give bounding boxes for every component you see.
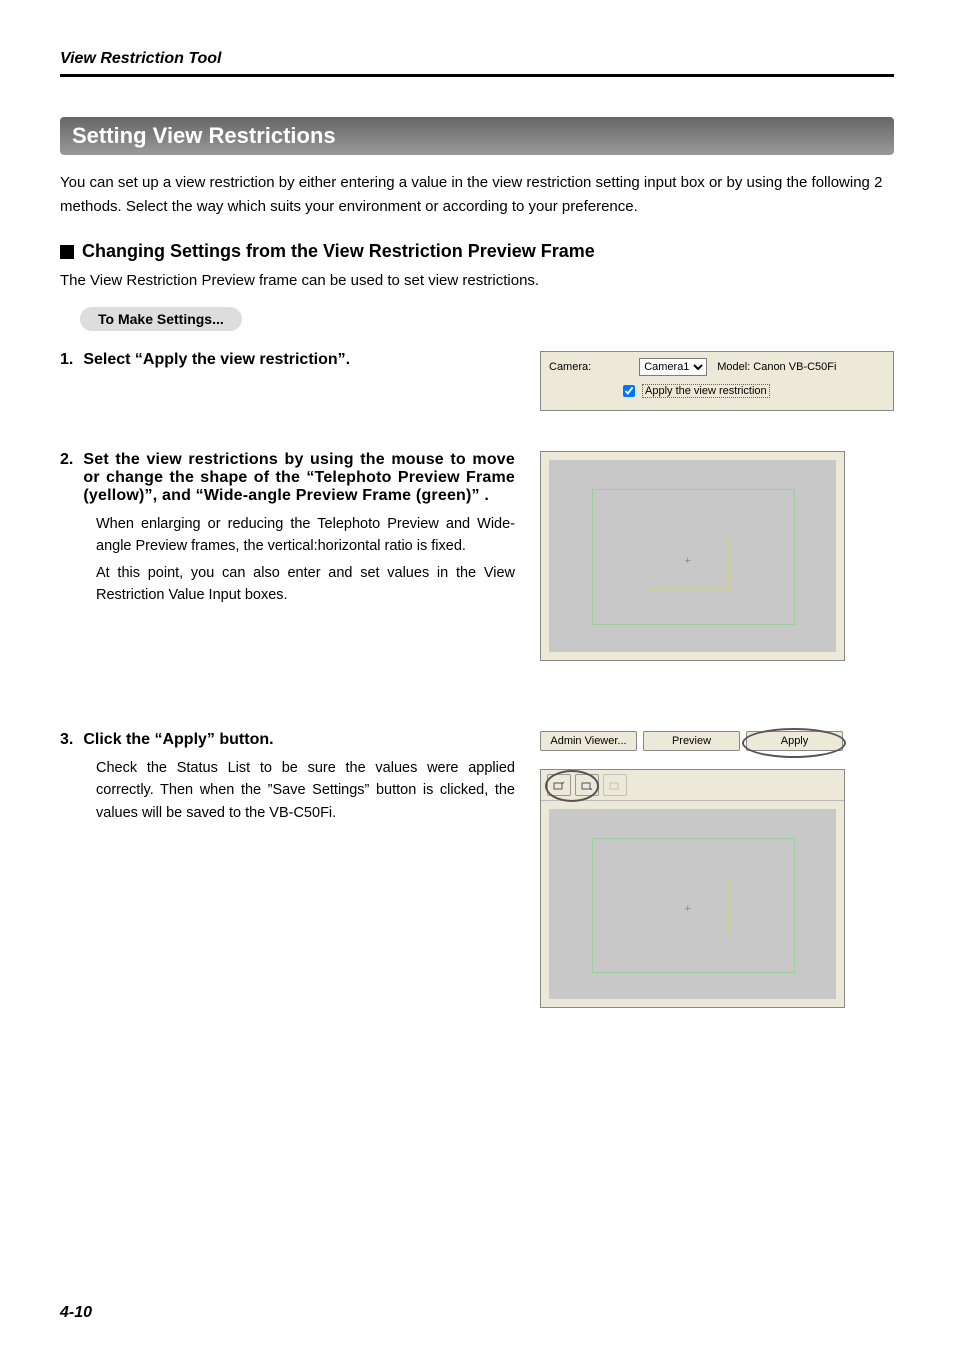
square-bullet-icon [60,245,74,259]
apply-view-restriction-checkbox[interactable] [623,385,635,397]
page-number: 4-10 [60,1304,92,1322]
step1-number: 1. [60,351,73,369]
disabled-tool-icon [609,780,621,790]
steps-label-pill: To Make Settings... [80,307,242,331]
step2-body-2: At this point, you can also enter and se… [96,562,515,607]
camera-label: Camera: [549,361,591,373]
panorama-area: + [549,809,836,999]
panorama-area: + [549,460,836,652]
crosshair-icon: + [685,555,691,567]
screenshot-panorama-preview: + [540,451,845,661]
telephoto-preview-frame[interactable]: + [647,881,729,936]
screenshot-tool-window: + [540,769,845,1008]
model-label: Model: Canon VB-C50Fi [717,361,836,373]
step2-body-1: When enlarging or reducing the Telephoto… [96,513,515,558]
step3-body: Check the Status List to be sure the val… [96,757,515,824]
apply-view-restriction-label: Apply the view restriction [642,384,770,398]
callout-circle-icon [545,770,599,802]
header-rule [60,74,894,77]
admin-viewer-button[interactable]: Admin Viewer... [540,731,637,751]
telephoto-preview-frame[interactable]: + [647,533,729,589]
crosshair-icon: + [685,903,691,915]
subsection-title: Changing Settings from the View Restrict… [82,241,595,262]
subsection-heading: Changing Settings from the View Restrict… [60,241,894,262]
step3-number: 3. [60,731,73,749]
step2-number: 2. [60,451,73,469]
camera-select[interactable]: Camera1 [639,358,707,376]
step2-title: Set the view restrictions by using the m… [83,451,515,505]
step3-title: Click the “Apply” button. [83,731,515,749]
preview-button[interactable]: Preview [643,731,740,751]
callout-circle-icon [742,728,846,758]
subsection-description: The View Restriction Preview frame can b… [60,272,894,289]
intro-paragraph: You can set up a view restriction by eit… [60,171,894,219]
section-heading: Setting View Restrictions [60,117,894,155]
running-header: View Restriction Tool [60,50,894,68]
step1-title: Select “Apply the view restriction”. [83,351,515,369]
toolbar-button-3 [603,774,627,796]
screenshot-camera-panel: Camera: Camera1 Model: Canon VB-C50Fi Ap… [540,351,894,411]
